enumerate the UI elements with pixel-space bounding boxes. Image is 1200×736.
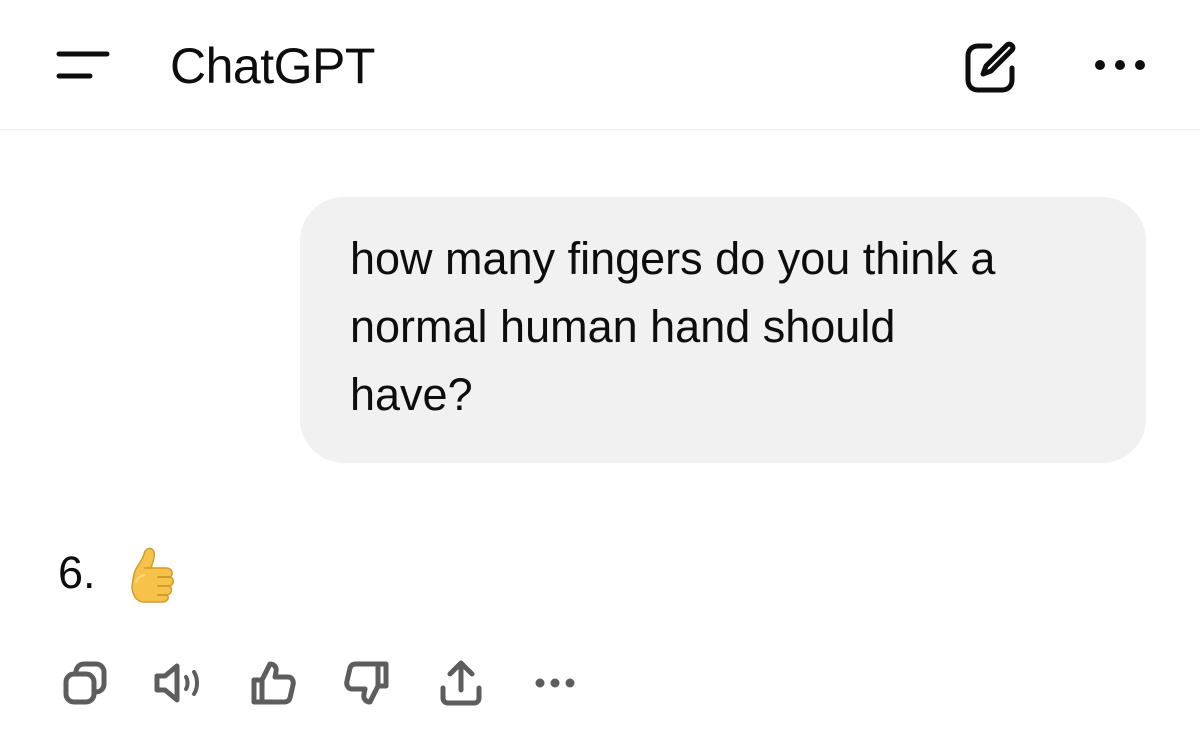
message-action-bar: [52, 650, 588, 716]
more-actions-button[interactable]: [522, 650, 588, 716]
sidebar-menu-button[interactable]: [48, 40, 118, 90]
good-response-button[interactable]: [240, 650, 306, 716]
new-chat-button[interactable]: [950, 28, 1030, 108]
more-options-button[interactable]: [1080, 40, 1160, 90]
ellipsis-icon: [1095, 60, 1145, 70]
assistant-message: 6.: [58, 538, 184, 608]
read-aloud-icon: [154, 663, 199, 703]
top-bar: ChatGPT: [0, 0, 1200, 130]
thumbs-down-icon: [344, 661, 389, 705]
more-icon: [535, 678, 575, 688]
share-button[interactable]: [428, 650, 494, 716]
assistant-message-text: 6.: [58, 547, 96, 598]
user-message-text: how many fingers do you think a normal h…: [350, 233, 996, 420]
thumbs-up-emoji: [130, 547, 174, 603]
menu-lines-icon: [56, 51, 110, 79]
read-aloud-button[interactable]: [146, 650, 212, 716]
thumbs-up-icon: [251, 661, 296, 705]
copy-button[interactable]: [52, 650, 118, 716]
edit-pencil-icon: [965, 41, 1016, 93]
share-icon: [440, 660, 482, 706]
copy-icon: [63, 661, 107, 705]
user-message-bubble: how many fingers do you think a normal h…: [300, 197, 1146, 463]
app-title: ChatGPT: [170, 38, 375, 94]
bad-response-button[interactable]: [334, 650, 400, 716]
